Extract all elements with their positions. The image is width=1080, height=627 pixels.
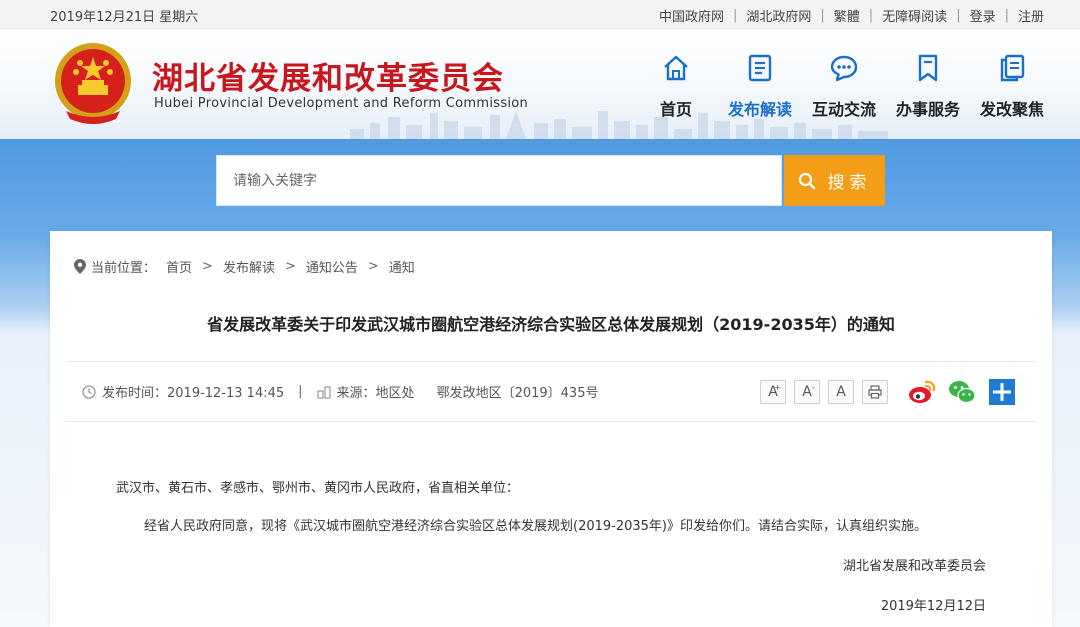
breadcrumb-separator: > [202, 259, 213, 274]
top-utility-bar: 2019年12月21日 星期六 中国政府网 | 湖北政府网 | 繁體 | 无障碍… [0, 0, 1080, 29]
breadcrumb: 当前位置： 首页 > 发布解读 > 通知公告 > 通知 [74, 257, 415, 276]
publish-time: 发布时间：2019-12-13 14:45 [102, 386, 285, 401]
link-hubei-gov[interactable]: 湖北政府网 [746, 6, 811, 25]
nav-focus[interactable]: 发改聚焦 [970, 49, 1054, 129]
nav-label: 互动交流 [811, 100, 876, 119]
document-list-icon [748, 54, 772, 82]
search-box [216, 155, 782, 206]
printer-icon [868, 385, 882, 399]
link-login[interactable]: 登录 [970, 6, 996, 25]
nav-label: 首页 [659, 100, 692, 119]
letter-salutation: 武汉市、黄石市、孝感市、鄂州市、黄冈市人民政府，省直相关单位： [116, 481, 520, 496]
home-icon [664, 55, 688, 81]
plus-icon [989, 379, 1015, 405]
font-default-button[interactable]: A [828, 380, 854, 404]
site-header: 湖北省发展和改革委员会 Hubei Provincial Development… [0, 29, 1080, 139]
chat-bubble-icon [830, 55, 858, 82]
nav-home[interactable]: 首页 [634, 49, 718, 129]
article-meta: 发布时间：2019-12-13 14:45 | 来源：地区处 鄂发改地区〔201… [82, 382, 598, 401]
font-decrease-button[interactable]: A- [794, 380, 820, 404]
site-subtitle: Hubei Provincial Development and Reform … [154, 96, 529, 111]
letter-body: 经省人民政府同意，现将《武汉城市圈航空港经济综合实验区总体发展规划(2019-2… [144, 519, 928, 534]
breadcrumb-home[interactable]: 首页 [166, 257, 192, 276]
site-title: 湖北省发展和改革委员会 [152, 61, 504, 97]
nav-label: 办事服务 [895, 100, 960, 119]
share-weibo-button[interactable] [908, 378, 936, 406]
breadcrumb-notice[interactable]: 通知 [389, 257, 415, 276]
link-china-gov[interactable]: 中国政府网 [659, 6, 724, 25]
nav-interaction[interactable]: 互动交流 [802, 49, 886, 129]
weibo-icon [909, 380, 936, 403]
separator: | [868, 8, 874, 23]
nav-services[interactable]: 办事服务 [886, 49, 970, 129]
share-wechat-button[interactable] [948, 378, 976, 406]
document-number: 鄂发改地区〔2019〕435号 [436, 386, 599, 401]
letter-signer: 湖北省发展和改革委员会 [842, 559, 986, 574]
search-icon [798, 172, 815, 189]
separator: | [1004, 8, 1009, 23]
breadcrumb-notices[interactable]: 通知公告 [306, 257, 358, 276]
separator: | [820, 8, 825, 23]
divider [66, 361, 1036, 362]
nav-label: 发布解读 [727, 100, 792, 119]
breadcrumb-separator: > [367, 259, 379, 274]
breadcrumb-separator: > [284, 259, 296, 274]
bookmark-icon [918, 54, 938, 82]
meta-separator: | [298, 384, 303, 399]
top-links: 中国政府网 | 湖北政府网 | 繁體 | 无障碍阅读 | 登录 | 注册 [659, 6, 1044, 25]
breadcrumb-label: 当前位置： [91, 261, 157, 276]
search-button-label: 搜索 [827, 173, 872, 193]
source-icon [316, 385, 331, 399]
article-tools: A + A- A [760, 378, 1016, 406]
link-accessibility[interactable]: 无障碍阅读 [882, 6, 947, 25]
copy-documents-icon [1000, 54, 1025, 82]
main-nav: 首页 发布解读 互动交流 办事服务 发改聚焦 [634, 49, 1054, 129]
search-button[interactable]: 搜索 [784, 155, 885, 206]
divider [66, 421, 1036, 422]
separator: | [732, 8, 738, 23]
breadcrumb-release[interactable]: 发布解读 [223, 257, 275, 276]
link-traditional-chinese[interactable]: 繁體 [834, 6, 860, 25]
national-emblem-icon [55, 43, 131, 124]
article-source: 来源：地区处 [336, 386, 415, 401]
article-panel: 当前位置： 首页 > 发布解读 > 通知公告 > 通知 省发展改革委关于印发武汉… [50, 231, 1052, 627]
share-more-button[interactable] [988, 378, 1016, 406]
nav-release-interpretation[interactable]: 发布解读 [718, 49, 802, 129]
print-button[interactable] [862, 380, 888, 404]
location-pin-icon [74, 259, 86, 274]
letter-date: 2019年12月12日 [880, 599, 986, 614]
current-date: 2019年12月21日 星期六 [50, 10, 199, 25]
search-input[interactable] [217, 156, 781, 205]
font-increase-button[interactable]: A + [760, 380, 786, 404]
wechat-icon [949, 381, 976, 404]
nav-label: 发改聚焦 [979, 100, 1044, 119]
clock-icon [82, 384, 96, 399]
link-register[interactable]: 注册 [1018, 6, 1044, 25]
article-title: 省发展改革委关于印发武汉城市圈航空港经济综合实验区总体发展规划（2019-203… [207, 315, 895, 334]
separator: | [956, 8, 961, 23]
